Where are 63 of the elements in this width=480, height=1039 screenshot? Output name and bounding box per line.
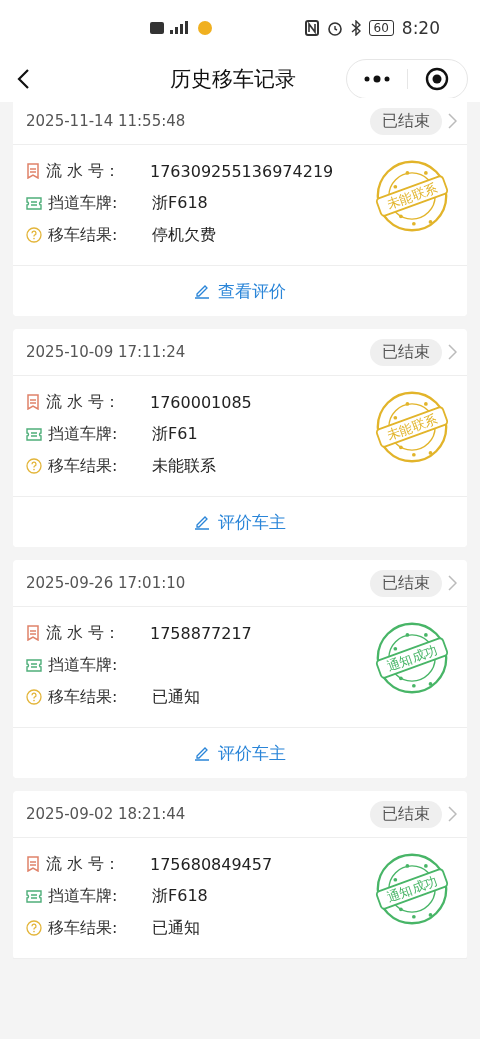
back-icon[interactable]: [16, 68, 30, 90]
close-icon[interactable]: [425, 67, 450, 91]
question-icon: [26, 227, 42, 243]
field-value: 已通知: [152, 686, 200, 708]
question-icon: [26, 920, 42, 936]
field-value: 浙F618: [152, 192, 208, 214]
bookmark-icon: [26, 394, 40, 410]
bookmark-icon: [26, 625, 40, 641]
record-time: 2025-11-14 11:55:48: [26, 112, 187, 130]
field-label: 挡道车牌:: [48, 423, 119, 445]
field-value: 浙F618: [152, 885, 208, 907]
chevron-right-icon[interactable]: [448, 806, 457, 822]
chevron-right-icon[interactable]: [448, 344, 457, 360]
field-value: 1758877217: [150, 623, 252, 643]
question-icon: [26, 689, 42, 705]
more-icon[interactable]: [362, 75, 391, 83]
stamp: 通知成功: [375, 621, 449, 695]
status-badge: 已结束: [370, 338, 442, 366]
stamp: 未能联系: [375, 390, 449, 464]
field-label: 移车结果:: [48, 224, 119, 246]
ticket-icon: [26, 889, 42, 903]
field-label: 挡道车牌:: [48, 885, 119, 907]
field-value: 未能联系: [152, 455, 216, 477]
question-icon: [26, 458, 42, 474]
field-label: 流 水 号：: [46, 391, 122, 413]
record-time: 2025-10-09 17:11:24: [26, 343, 187, 361]
field-value: 已通知: [152, 917, 200, 939]
field-label: 流 水 号：: [46, 622, 122, 644]
bookmark-icon: [26, 163, 40, 179]
record-time: 2025-09-26 17:01:10: [26, 574, 187, 592]
field-value: 175680849457: [150, 854, 273, 874]
field-label: 挡道车牌:: [48, 654, 119, 676]
stamp: 未能联系: [375, 159, 449, 233]
chevron-right-icon[interactable]: [448, 113, 457, 129]
field-value: 停机欠费: [152, 224, 216, 246]
nfc-icon: [304, 20, 319, 36]
clock: 8:20: [401, 18, 440, 38]
field-label: 移车结果:: [48, 917, 119, 939]
battery-level: 60: [368, 20, 394, 36]
field-label: 移车结果:: [48, 455, 119, 477]
stamp: 通知成功: [375, 852, 449, 926]
status-badge: 已结束: [370, 800, 442, 828]
field-value: 1760001085: [150, 392, 252, 412]
alarm-icon: [326, 20, 343, 36]
field-label: 流 水 号：: [46, 160, 122, 182]
bluetooth-icon: [350, 20, 361, 36]
ticket-icon: [26, 196, 42, 210]
ticket-icon: [26, 427, 42, 441]
bookmark-icon: [26, 856, 40, 872]
status-badge: 已结束: [370, 107, 442, 135]
field-label: 移车结果:: [48, 686, 119, 708]
field-label: 流 水 号：: [46, 853, 122, 875]
field-value: 176309255136974219: [150, 161, 334, 181]
pencil-icon: [194, 745, 210, 761]
field-label: 挡道车牌:: [48, 192, 119, 214]
ticket-icon: [26, 658, 42, 672]
chevron-right-icon[interactable]: [448, 575, 457, 591]
pencil-icon: [194, 283, 210, 299]
field-value: 浙F61: [152, 423, 198, 445]
record-time: 2025-09-02 18:21:44: [26, 805, 187, 823]
pencil-icon: [194, 514, 210, 530]
page-title: 历史移车记录: [169, 66, 297, 93]
status-badge: 已结束: [370, 569, 442, 597]
